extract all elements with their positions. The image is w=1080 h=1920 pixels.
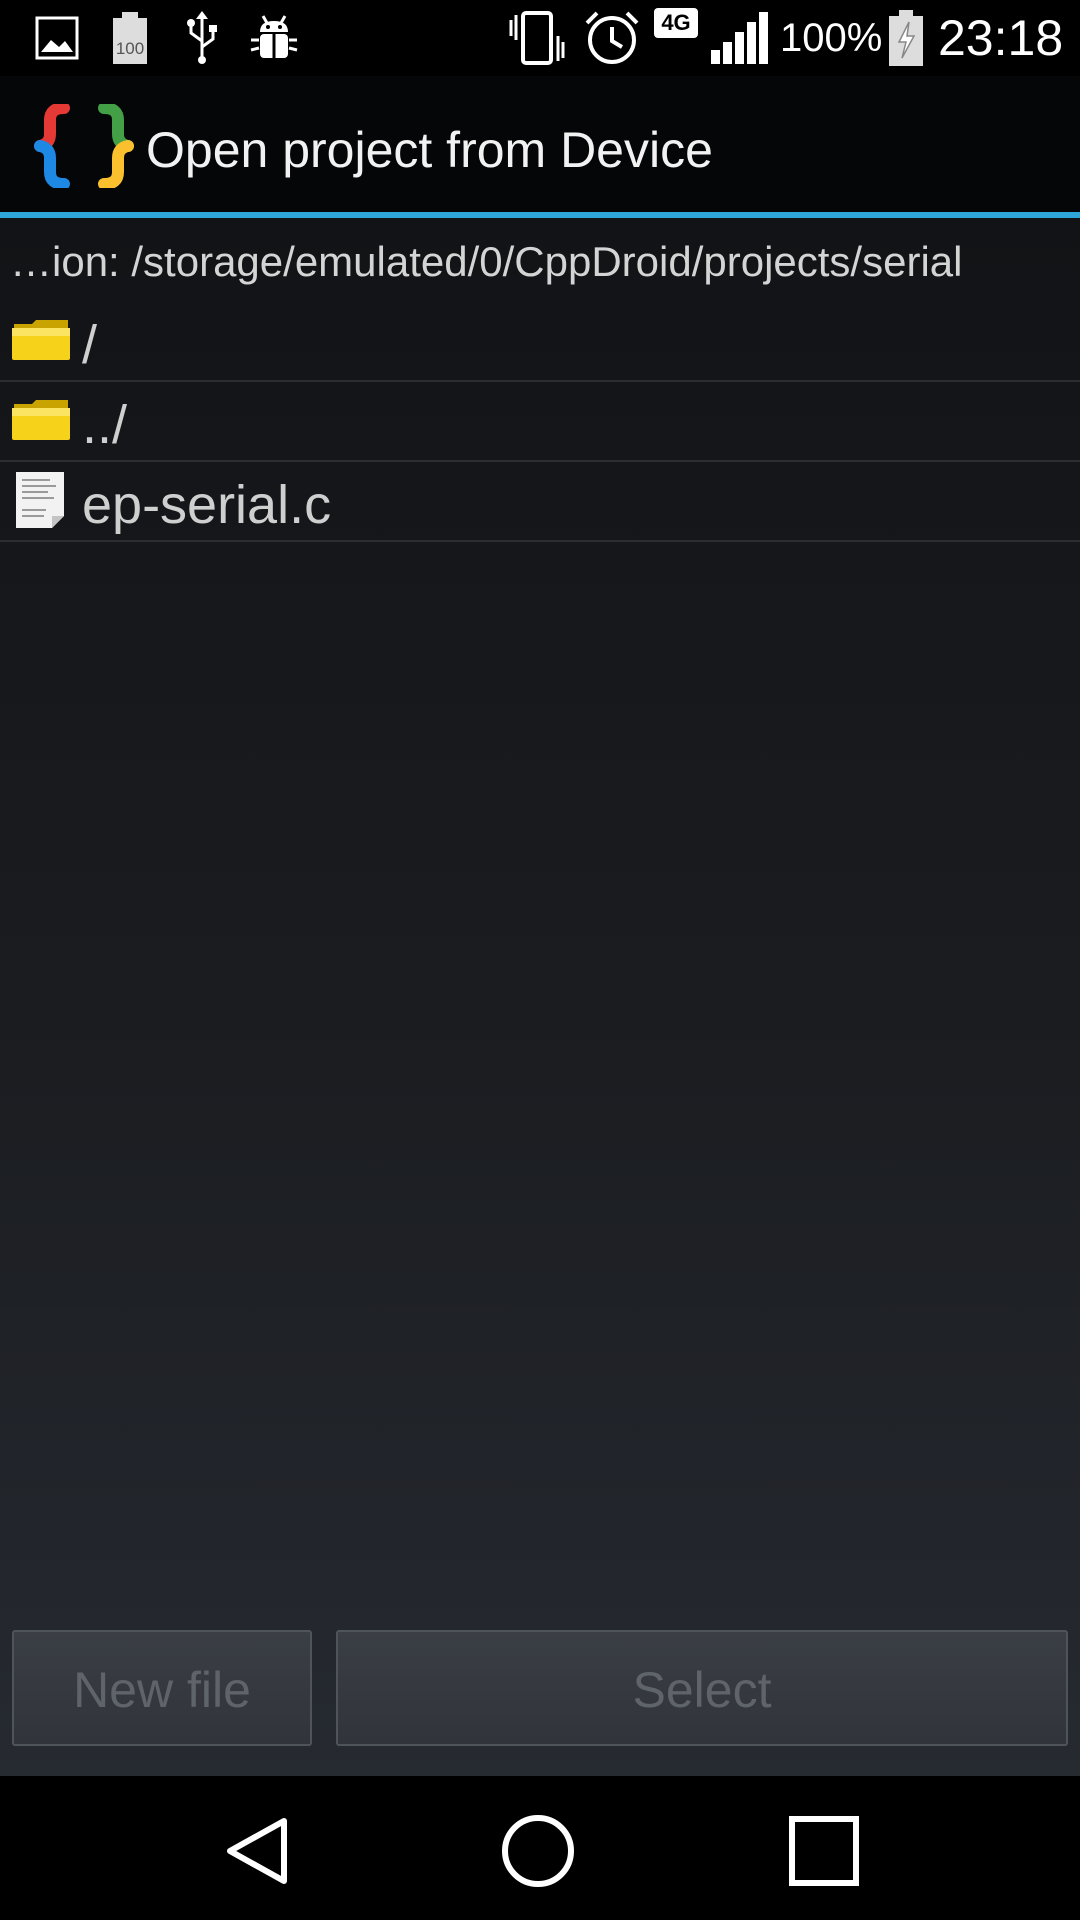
clock: 23:18 — [938, 10, 1064, 66]
folder-icon — [10, 310, 72, 372]
network-4g-icon: 4G — [654, 8, 698, 38]
app-logo-icon — [34, 102, 134, 190]
alarm-icon — [582, 8, 642, 68]
path-label: …ion: /storage/emulated/0/CppDroid/proje… — [10, 238, 963, 285]
file-entry-name: / — [82, 315, 98, 375]
status-bar: 100 4G 100% 23:18 — [0, 0, 1080, 76]
page-title: Open project from Device — [146, 122, 713, 178]
file-entry-name: ../ — [82, 395, 128, 455]
android-debug-icon — [246, 8, 302, 68]
select-button[interactable]: Select — [336, 1630, 1068, 1746]
navigation-bar — [0, 1776, 1080, 1920]
battery-100-icon: 100 — [108, 8, 152, 68]
home-icon[interactable] — [488, 1806, 588, 1896]
image-icon — [34, 8, 80, 68]
network-type-label: 4G — [661, 10, 691, 35]
battery-percent: 100% — [780, 16, 883, 60]
file-entry-parent[interactable]: ../ — [0, 382, 1080, 462]
file-entry-name: ep-serial.c — [82, 475, 332, 535]
new-file-button[interactable]: New file — [12, 1630, 312, 1746]
signal-icon — [708, 8, 774, 68]
file-icon — [10, 470, 72, 532]
vibrate-icon — [506, 8, 568, 68]
title-bar: Open project from Device — [0, 76, 1080, 218]
file-entry-root[interactable]: / — [0, 302, 1080, 382]
usb-icon — [180, 8, 224, 68]
back-icon[interactable] — [208, 1806, 308, 1896]
battery-charging-icon — [886, 8, 926, 68]
folder-icon — [10, 390, 72, 452]
svg-text:100: 100 — [116, 39, 144, 58]
recents-icon[interactable] — [774, 1806, 874, 1896]
file-entry-ep-serial[interactable]: ep-serial.c — [0, 462, 1080, 542]
current-location: …ion: /storage/emulated/0/CppDroid/proje… — [0, 218, 1080, 302]
file-browser: …ion: /storage/emulated/0/CppDroid/proje… — [0, 218, 1080, 1776]
